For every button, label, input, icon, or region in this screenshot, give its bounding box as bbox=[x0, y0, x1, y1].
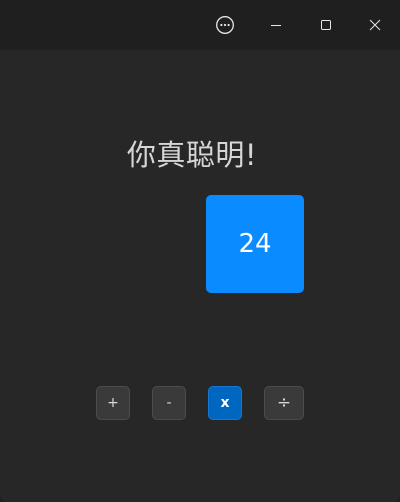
add-operator-label: + bbox=[107, 395, 119, 411]
minimize-button[interactable] bbox=[259, 8, 293, 42]
subtract-operator-label: - bbox=[166, 395, 172, 411]
divide-operator-button[interactable]: ÷ bbox=[264, 386, 304, 420]
main-content bbox=[0, 50, 400, 502]
multiply-operator-button[interactable]: x bbox=[208, 386, 242, 420]
close-icon bbox=[369, 19, 381, 31]
divide-operator-label: ÷ bbox=[276, 393, 292, 413]
success-message: 你真聪明! bbox=[126, 138, 258, 172]
more-options-icon bbox=[216, 16, 234, 34]
maximize-button[interactable] bbox=[309, 8, 343, 42]
title-bar bbox=[0, 0, 400, 50]
result-tile[interactable]: 24 bbox=[206, 195, 304, 293]
multiply-operator-label: x bbox=[220, 395, 230, 411]
minimize-icon bbox=[271, 25, 281, 26]
add-operator-button[interactable]: + bbox=[96, 386, 130, 420]
maximize-icon bbox=[321, 20, 331, 30]
more-options-button[interactable] bbox=[208, 8, 242, 42]
close-button[interactable] bbox=[358, 8, 392, 42]
result-value: 24 bbox=[238, 229, 272, 259]
app-window: 你真聪明! 24 + - x ÷ bbox=[0, 0, 400, 502]
subtract-operator-button[interactable]: - bbox=[152, 386, 186, 420]
